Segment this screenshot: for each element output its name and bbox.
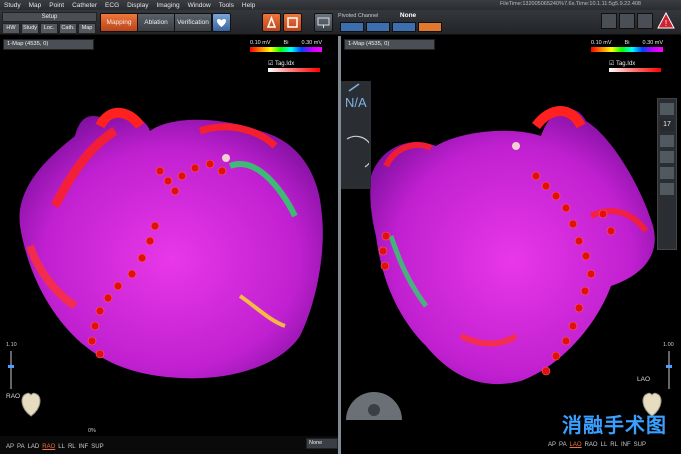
menu-item-point[interactable]: Point — [45, 2, 68, 9]
menu-item-catheter[interactable]: Catheter — [68, 2, 101, 9]
channel-button-1[interactable] — [340, 22, 364, 32]
left_pane-view-sup[interactable]: SUP — [91, 444, 103, 450]
main-toolbar: Setup HW Study Loc. Cath. Map Mapping Ab… — [0, 10, 681, 35]
pivot-value[interactable]: None — [400, 12, 416, 19]
side-tool-6[interactable] — [660, 183, 674, 195]
right-nav-panel[interactable]: N/A — [341, 81, 371, 189]
right_pane-view-rl[interactable]: RL — [610, 442, 618, 448]
setup-map-button[interactable]: Map — [78, 23, 96, 34]
left_pane-view-ap[interactable]: AP — [6, 444, 14, 450]
right_pane-view-ll[interactable]: LL — [601, 442, 608, 448]
right-side-toolbar: 17 — [657, 98, 677, 250]
left-anatomy-map[interactable] — [0, 36, 338, 436]
left-map-view[interactable]: 1-Map (4535, 0) 0.10 mV Bi 0.30 mV ☑ Tag.I… — [0, 36, 338, 436]
menu-item-window[interactable]: Window — [184, 2, 215, 9]
right_pane-view-lao[interactable]: LAO — [570, 442, 582, 448]
right-map-view[interactable]: 1-Map (4535, 0) 0.10 mV Bi 0.30 mV ☑ Tag.I… — [341, 36, 679, 436]
setup-loc-button[interactable]: Loc. — [40, 23, 58, 34]
rotation-dial-icon[interactable] — [343, 131, 369, 171]
right_pane-view-inf[interactable]: INF — [621, 442, 631, 448]
toolbar-btn-b[interactable] — [619, 13, 635, 29]
side-tool-1[interactable] — [660, 103, 674, 115]
left-bottom-bar: AP PA LAD RAO LL RL INF SUP — [0, 436, 338, 454]
left_pane-view-inf[interactable]: INF — [79, 444, 89, 450]
svg-text:!: ! — [665, 19, 667, 28]
menu-item-ecg[interactable]: ECG — [101, 2, 123, 9]
side-tool-3[interactable] — [660, 135, 674, 147]
verification-button[interactable]: Verification — [174, 13, 212, 32]
toolbar-btn-c[interactable] — [637, 13, 653, 29]
left_pane-view-ll[interactable]: LL — [58, 444, 65, 450]
right-view-buttons: AP PA LAO RAO LL RL INF SUP — [548, 442, 649, 448]
right-zoom-slider[interactable] — [666, 351, 672, 389]
pivot-label: Pivoted Channel — [338, 13, 379, 19]
menu-item-imaging[interactable]: Imaging — [152, 2, 183, 9]
warning-icon[interactable]: ! — [657, 12, 675, 30]
menu-item-study[interactable]: Study — [0, 2, 25, 9]
left_pane-view-rao[interactable]: RAO — [42, 444, 55, 450]
left-zoom-label: 1.10 — [6, 342, 17, 348]
setup-title[interactable]: Setup — [2, 12, 97, 22]
watermark-text: 消融手术图 — [562, 415, 667, 437]
pivot-channel: Pivoted Channel None — [338, 12, 416, 19]
heart-view-icon[interactable] — [212, 13, 231, 32]
overlay-dropdown[interactable]: None — [306, 438, 338, 449]
cut-tool-icon[interactable] — [283, 13, 302, 32]
right_pane-view-rao[interactable]: RAO — [585, 442, 598, 448]
setup-cath-button[interactable]: Cath. — [59, 23, 77, 34]
side-tool-4[interactable] — [660, 151, 674, 163]
left-slider-value: 0% — [88, 428, 96, 434]
arrow-icon[interactable] — [341, 81, 371, 95]
setup-group: Setup HW Study Loc. Cath. Map — [2, 12, 97, 34]
channel-button-3[interactable] — [392, 22, 416, 32]
setup-study-button[interactable]: Study — [21, 23, 39, 34]
right-toolbar-buttons — [599, 13, 653, 29]
menu-item-tools[interactable]: Tools — [215, 2, 238, 9]
left_pane-view-lad[interactable]: LAD — [28, 444, 40, 450]
left_pane-view-rl[interactable]: RL — [68, 444, 76, 450]
shape-tool-icon[interactable] — [262, 13, 281, 32]
right-orientation-label: LAO — [637, 376, 651, 383]
channel-buttons — [340, 22, 444, 32]
navigation-compass[interactable] — [344, 384, 404, 420]
menu-item-help[interactable]: Help — [238, 2, 259, 9]
right_pane-view-ap[interactable]: AP — [548, 442, 556, 448]
channel-button-4[interactable] — [418, 22, 442, 32]
left-heart-orientation-icon[interactable] — [18, 386, 44, 420]
channel-button-2[interactable] — [366, 22, 390, 32]
file-time: FileTime:132005065240%7.6s.Time:10.1.11:… — [499, 1, 641, 7]
left-zoom-slider[interactable] — [8, 351, 14, 389]
left_pane-view-pa[interactable]: PA — [17, 444, 25, 450]
mapping-button[interactable]: Mapping — [100, 13, 138, 32]
nav-status-text: N/A — [345, 95, 367, 110]
menu-item-display[interactable]: Display — [123, 2, 152, 9]
side-tool-5[interactable] — [660, 167, 674, 179]
menu-item-map[interactable]: Map — [25, 2, 46, 9]
right-anatomy-map[interactable] — [341, 36, 679, 436]
setup-hw-button[interactable]: HW — [2, 23, 20, 34]
left-view-buttons: AP PA LAD RAO LL RL INF SUP — [6, 444, 107, 450]
toolbar-btn-a[interactable] — [601, 13, 617, 29]
right_pane-view-sup[interactable]: SUP — [634, 442, 646, 448]
ablation-button[interactable]: Ablation — [137, 13, 175, 32]
right_pane-view-pa[interactable]: PA — [559, 442, 567, 448]
monitor-icon[interactable] — [314, 13, 333, 32]
side-number-box[interactable]: 17 — [660, 119, 674, 131]
right-zoom-label: 1.00 — [663, 342, 674, 348]
